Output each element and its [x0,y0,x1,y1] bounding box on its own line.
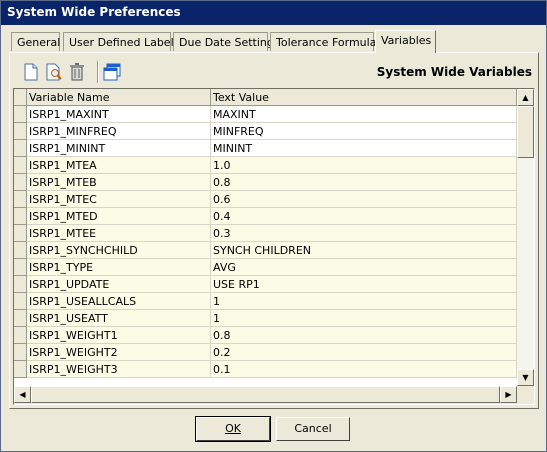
horizontal-scrollbar[interactable]: ◀ ▶ [14,386,517,403]
row-selector[interactable] [14,327,27,344]
ok-button-label: OK [225,422,241,435]
text-value-cell[interactable]: 1.0 [211,157,517,174]
variable-name-cell[interactable]: ISRP1_WEIGHT2 [27,344,211,361]
table-row[interactable]: ISRP1_SYNCHCHILD SYNCH CHILDREN [14,242,517,259]
text-value-cell[interactable]: 0.8 [211,327,517,344]
text-value-cell[interactable]: 0.3 [211,225,517,242]
table-row[interactable]: ISRP1_MAXINT MAXINT [14,106,517,123]
tab-user-defined-labels[interactable]: User Defined Labels [63,32,179,51]
table-row[interactable]: ISRP1_MTEB 0.8 [14,174,517,191]
text-value-cell[interactable]: MAXINT [211,106,517,123]
column-header-text-value[interactable]: Text Value [211,89,517,106]
table-row[interactable]: ISRP1_MININT MININT [14,140,517,157]
header-indicator [14,89,27,106]
table-row[interactable]: ISRP1_MTEE 0.3 [14,225,517,242]
toolbar-separator [97,61,99,83]
variable-name-cell[interactable]: ISRP1_USEALLCALS [27,293,211,310]
text-value-cell[interactable]: 1 [211,293,517,310]
vertical-scrollbar[interactable]: ▲ ▼ [517,89,534,386]
variable-name-cell[interactable]: ISRP1_MTED [27,208,211,225]
row-selector[interactable] [14,225,27,242]
variable-name-cell[interactable]: ISRP1_MTEA [27,157,211,174]
text-value-cell[interactable]: 0.1 [211,361,517,378]
variable-name-cell[interactable]: ISRP1_UPDATE [27,276,211,293]
row-selector[interactable] [14,208,27,225]
tab-due-date-settings[interactable]: Due Date Settings [173,32,280,51]
table-row[interactable]: ISRP1_USEALLCALS 1 [14,293,517,310]
table-row[interactable]: ISRP1_TYPE AVG [14,259,517,276]
scrollbar-corner [517,386,534,403]
table-row[interactable]: ISRP1_WEIGHT2 0.2 [14,344,517,361]
horizontal-scroll-thumb[interactable] [31,386,500,403]
row-selector[interactable] [14,293,27,310]
window-title: System Wide Preferences [7,5,181,19]
variable-name-cell[interactable]: ISRP1_MININT [27,140,211,157]
variable-name-cell[interactable]: ISRP1_WEIGHT1 [27,327,211,344]
ok-button[interactable]: OK [195,416,271,442]
row-selector[interactable] [14,242,27,259]
table-row[interactable]: ISRP1_MTEC 0.6 [14,191,517,208]
scroll-left-icon[interactable]: ◀ [14,386,31,403]
row-selector[interactable] [14,276,27,293]
text-value-cell[interactable]: 0.6 [211,191,517,208]
row-selector[interactable] [14,106,27,123]
table-row[interactable]: ISRP1_WEIGHT1 0.8 [14,327,517,344]
text-value-cell[interactable]: MINFREQ [211,123,517,140]
column-header-variable-name[interactable]: Variable Name [27,89,211,106]
text-value-cell[interactable]: 0.8 [211,174,517,191]
variables-grid: Variable Name Text Value ISRP1_MAXINT MAX… [13,88,535,405]
variable-name-cell[interactable]: ISRP1_USEATT [27,310,211,327]
row-selector[interactable] [14,310,27,327]
table-row[interactable]: ISRP1_MTED 0.4 [14,208,517,225]
text-value-cell[interactable]: USE RP1 [211,276,517,293]
text-value-cell[interactable]: SYNCH CHILDREN [211,242,517,259]
text-value-cell[interactable]: AVG [211,259,517,276]
copy-window-icon[interactable] [102,62,122,82]
variable-name-cell[interactable]: ISRP1_MINFREQ [27,123,211,140]
scroll-up-icon[interactable]: ▲ [517,89,534,106]
variables-panel: System Wide Variables Variable Name Text… [9,52,539,409]
row-selector[interactable] [14,123,27,140]
table-row[interactable]: ISRP1_UPDATE USE RP1 [14,276,517,293]
table-row[interactable]: ISRP1_USEATT 1 [14,310,517,327]
title-bar[interactable]: System Wide Preferences [1,1,546,25]
new-document-icon[interactable] [21,62,41,82]
cancel-button[interactable]: Cancel [276,417,350,441]
row-selector[interactable] [14,157,27,174]
variable-name-cell[interactable]: ISRP1_WEIGHT3 [27,361,211,378]
row-selector[interactable] [14,140,27,157]
table-row[interactable]: ISRP1_MTEA 1.0 [14,157,517,174]
scroll-right-icon[interactable]: ▶ [500,386,517,403]
tab-tolerance-formulas[interactable]: Tolerance Formulas [270,32,382,51]
variable-name-cell[interactable]: ISRP1_MAXINT [27,106,211,123]
row-selector[interactable] [14,259,27,276]
variable-name-cell[interactable]: ISRP1_TYPE [27,259,211,276]
variable-name-cell[interactable]: ISRP1_SYNCHCHILD [27,242,211,259]
vertical-scroll-thumb[interactable] [517,106,534,158]
panel-title: System Wide Variables [376,65,532,79]
table-row[interactable]: ISRP1_WEIGHT3 0.1 [14,361,517,378]
variable-name-cell[interactable]: ISRP1_MTEB [27,174,211,191]
search-document-icon[interactable] [44,62,64,82]
text-value-cell[interactable]: 0.2 [211,344,517,361]
text-value-cell[interactable]: MININT [211,140,517,157]
variable-name-cell[interactable]: ISRP1_MTEC [27,191,211,208]
row-selector[interactable] [14,344,27,361]
preferences-window: System Wide Preferences General User Def… [0,0,547,452]
row-selector[interactable] [14,191,27,208]
scroll-down-icon[interactable]: ▼ [517,369,534,386]
cancel-button-label: Cancel [294,422,332,435]
tab-general[interactable]: General [11,32,60,51]
row-selector[interactable] [14,361,27,378]
text-value-cell[interactable]: 0.4 [211,208,517,225]
text-value-cell[interactable]: 1 [211,310,517,327]
delete-icon[interactable] [67,62,87,82]
table-row[interactable]: ISRP1_MINFREQ MINFREQ [14,123,517,140]
row-selector[interactable] [14,174,27,191]
tab-variables[interactable]: Variables [375,30,436,53]
grid-body: Variable Name Text Value ISRP1_MAXINT MAX… [14,89,517,386]
variable-name-cell[interactable]: ISRP1_MTEE [27,225,211,242]
